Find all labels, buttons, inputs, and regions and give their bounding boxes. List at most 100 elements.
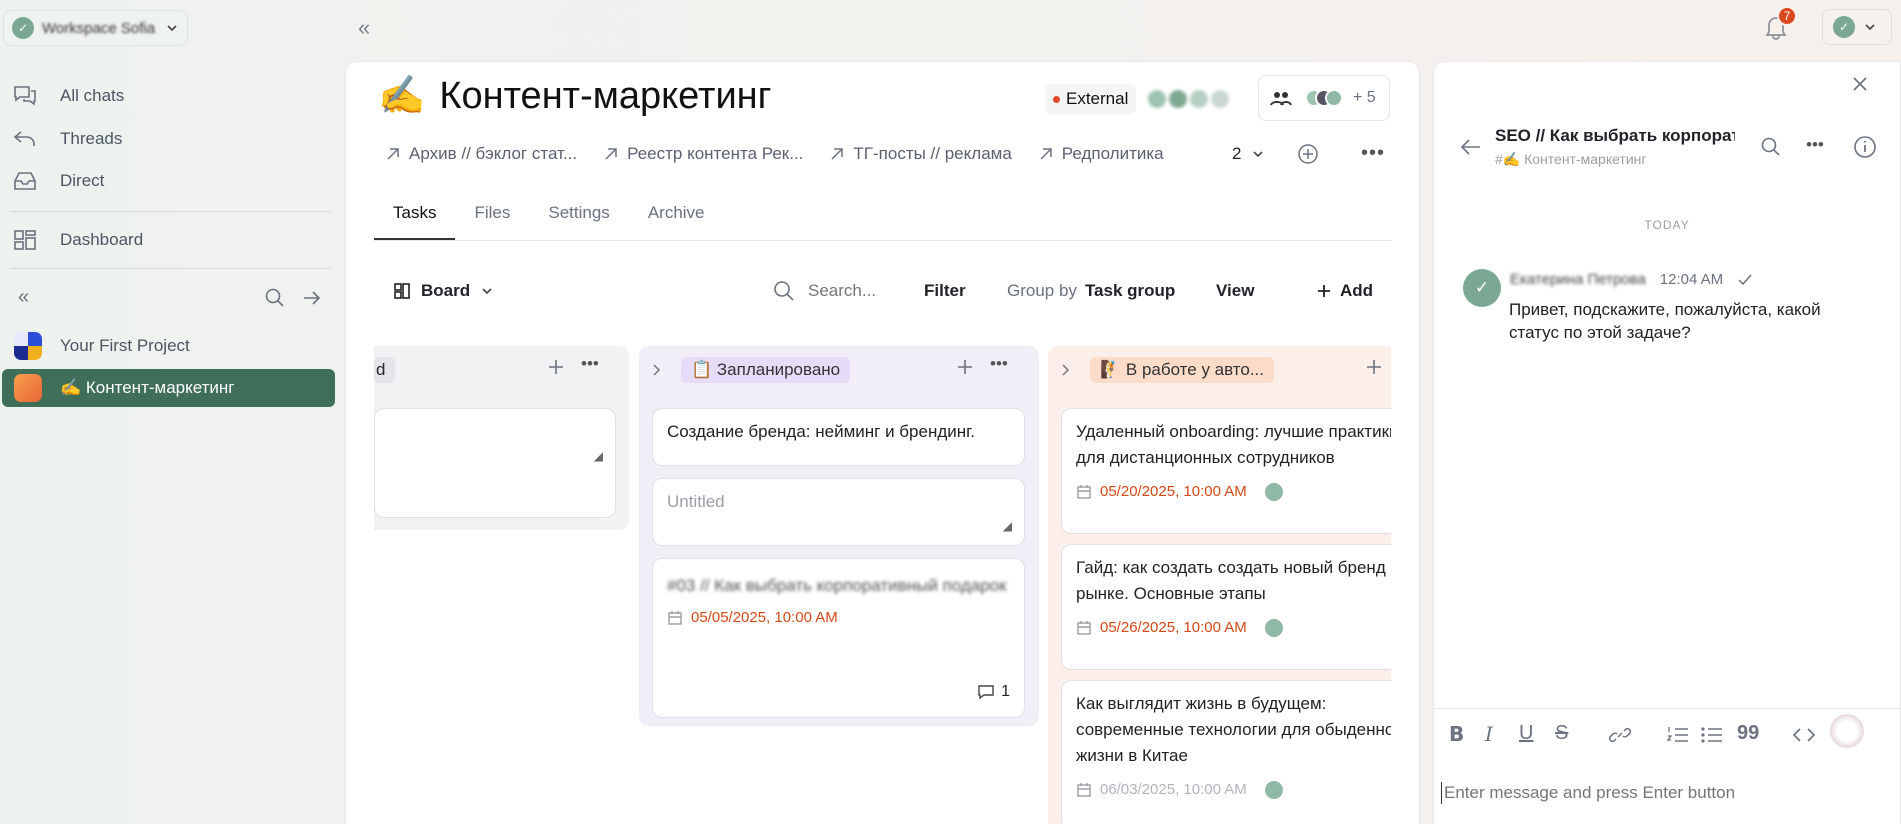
sidebar-item-label: All chats — [60, 86, 125, 105]
card-editor[interactable]: ◢ — [374, 408, 616, 518]
checkmark-icon — [1737, 273, 1753, 287]
group-by-label: Group by — [1007, 281, 1077, 300]
more-links-dropdown[interactable]: 2 — [1232, 144, 1265, 164]
project-tabs: Tasks Files Settings Archive — [374, 202, 724, 240]
link-icon[interactable] — [1608, 724, 1632, 746]
ordered-list-icon[interactable] — [1666, 724, 1690, 746]
task-card[interactable]: Удаленный onboarding: лучшие практики дл… — [1061, 408, 1391, 534]
comments-count[interactable]: 1 — [977, 679, 1010, 705]
workspace-switcher[interactable]: ✓ Workspace Sofia — [3, 10, 188, 46]
underline-icon[interactable]: U — [1519, 722, 1533, 745]
task-title: #03 // Как выбрать корпоративный подарок — [667, 576, 1007, 595]
page-title: ✍️ Контент-маркетинг — [378, 74, 772, 118]
message-input-wrap[interactable] — [1441, 780, 1881, 806]
bullet-list-icon[interactable] — [1700, 724, 1724, 746]
message-avatar[interactable]: ✓ — [1463, 269, 1501, 307]
search-input[interactable] — [808, 281, 888, 301]
close-icon[interactable] — [1851, 75, 1869, 93]
message-input[interactable] — [1444, 783, 1874, 803]
resize-handle-icon[interactable]: ◢ — [1003, 513, 1012, 539]
collapse-sidebar-icon[interactable]: « — [358, 15, 370, 41]
board-view-select[interactable]: Board — [393, 276, 494, 306]
chevron-right-icon[interactable] — [1060, 363, 1072, 377]
external-badge[interactable]: External — [1045, 84, 1137, 114]
thread-subtitle[interactable]: #✍️ Контент-маркетинг — [1495, 151, 1647, 168]
bold-icon[interactable]: B — [1449, 722, 1464, 746]
more-options-icon[interactable]: ••• — [990, 354, 1008, 374]
task-title: Создание бренда: нейминг и брендинг. — [667, 422, 975, 441]
more-options-icon[interactable]: ••• — [581, 354, 599, 374]
project-label: Your First Project — [60, 336, 190, 355]
sidebar-item-direct[interactable]: Direct — [12, 163, 332, 199]
project-link[interactable]: Редполитика — [1038, 144, 1164, 164]
italic-icon[interactable]: I — [1485, 722, 1493, 746]
plus-icon[interactable] — [547, 358, 565, 376]
resize-handle-icon[interactable]: ◢ — [594, 443, 603, 469]
more-links-count: 2 — [1232, 144, 1242, 163]
strikethrough-icon[interactable]: S — [1555, 722, 1568, 745]
task-card[interactable]: #03 // Как выбрать корпоративный подарок… — [652, 558, 1025, 718]
calendar-icon — [667, 610, 683, 626]
plus-icon[interactable] — [956, 358, 974, 376]
chevron-right-icon[interactable] — [651, 363, 663, 377]
user-menu[interactable]: ✓ — [1822, 9, 1892, 45]
quote-icon[interactable]: 99 — [1737, 722, 1759, 745]
collapse-projects-icon[interactable]: « — [18, 286, 29, 309]
back-arrow-icon[interactable] — [1460, 137, 1482, 157]
message-author[interactable]: Екатерина Петрова — [1510, 271, 1646, 288]
board-area: d ••• ◢ 📋 Запланировано ••• Создание бре… — [374, 346, 1391, 824]
search-box[interactable] — [772, 276, 892, 306]
search-icon[interactable] — [1760, 136, 1782, 158]
tab-archive[interactable]: Archive — [629, 202, 724, 240]
external-avatars[interactable] — [1148, 84, 1238, 114]
board-column: d ••• ◢ — [374, 346, 629, 530]
project-logo-icon — [14, 332, 42, 360]
search-icon[interactable] — [264, 287, 286, 309]
reply-arrow-icon — [12, 127, 38, 151]
due-date-text: 05/20/2025, 10:00 AM — [1100, 483, 1247, 500]
view-button[interactable]: View — [1216, 276, 1254, 306]
group-by-value: Task group — [1084, 281, 1176, 300]
sidebar-project-content-marketing[interactable]: ✍️ Контент-маркетинг — [2, 369, 335, 407]
tab-files[interactable]: Files — [455, 202, 529, 240]
task-card-editor[interactable]: Untitled ◢ — [652, 478, 1025, 546]
column-header: 📋 Запланировано — [651, 354, 851, 386]
add-link-icon[interactable] — [1297, 143, 1319, 165]
more-options-icon[interactable]: ••• — [1806, 135, 1824, 155]
info-icon[interactable] — [1853, 135, 1877, 159]
task-due-date: 05/05/2025, 10:00 AM — [667, 605, 1010, 631]
ai-assistant-icon[interactable] — [1830, 714, 1864, 748]
arrow-right-icon[interactable] — [301, 287, 323, 309]
comments-number: 1 — [1001, 683, 1010, 700]
sidebar-divider — [10, 211, 330, 212]
plus-icon[interactable] — [1365, 358, 1383, 376]
task-card[interactable]: Гайд: как создать создать новый бренд на… — [1061, 544, 1391, 670]
inbox-icon — [12, 169, 38, 193]
project-link-label: Архив // бэклог стат... — [409, 144, 578, 163]
add-button[interactable]: Add — [1316, 276, 1373, 306]
project-link[interactable]: ТГ-посты // реклама — [829, 144, 1012, 164]
sidebar-item-all-chats[interactable]: All chats — [12, 78, 332, 114]
task-card[interactable]: Создание бренда: нейминг и брендинг. — [652, 408, 1025, 466]
filter-button[interactable]: Filter — [924, 276, 966, 306]
tab-settings[interactable]: Settings — [529, 202, 628, 240]
sidebar-divider — [10, 268, 330, 269]
tabs-divider — [374, 240, 1391, 241]
members-button[interactable]: + 5 — [1258, 75, 1390, 121]
group-by-select[interactable]: Group by Task group — [1007, 276, 1175, 306]
code-icon[interactable] — [1792, 724, 1816, 746]
project-link[interactable]: Архив // бэклог стат... — [385, 144, 577, 164]
column-title: d — [374, 357, 396, 383]
tab-tasks[interactable]: Tasks — [374, 202, 456, 240]
project-link-label: Редполитика — [1061, 144, 1164, 163]
sidebar-item-threads[interactable]: Threads — [12, 121, 332, 157]
due-date-text: 05/05/2025, 10:00 AM — [691, 609, 838, 626]
project-link[interactable]: Реестр контента Рек... — [603, 144, 803, 164]
sidebar-project-your-first-project[interactable]: Your First Project — [2, 327, 335, 365]
sidebar-item-label: Dashboard — [60, 230, 144, 249]
task-card[interactable]: Как выглядит жизнь в будущем: современны… — [1061, 680, 1391, 824]
sidebar-item-dashboard[interactable]: Dashboard — [12, 222, 332, 258]
more-options-icon[interactable]: ••• — [1361, 142, 1385, 165]
day-separator: TODAY — [1644, 218, 1690, 232]
editor-divider — [1433, 708, 1901, 709]
